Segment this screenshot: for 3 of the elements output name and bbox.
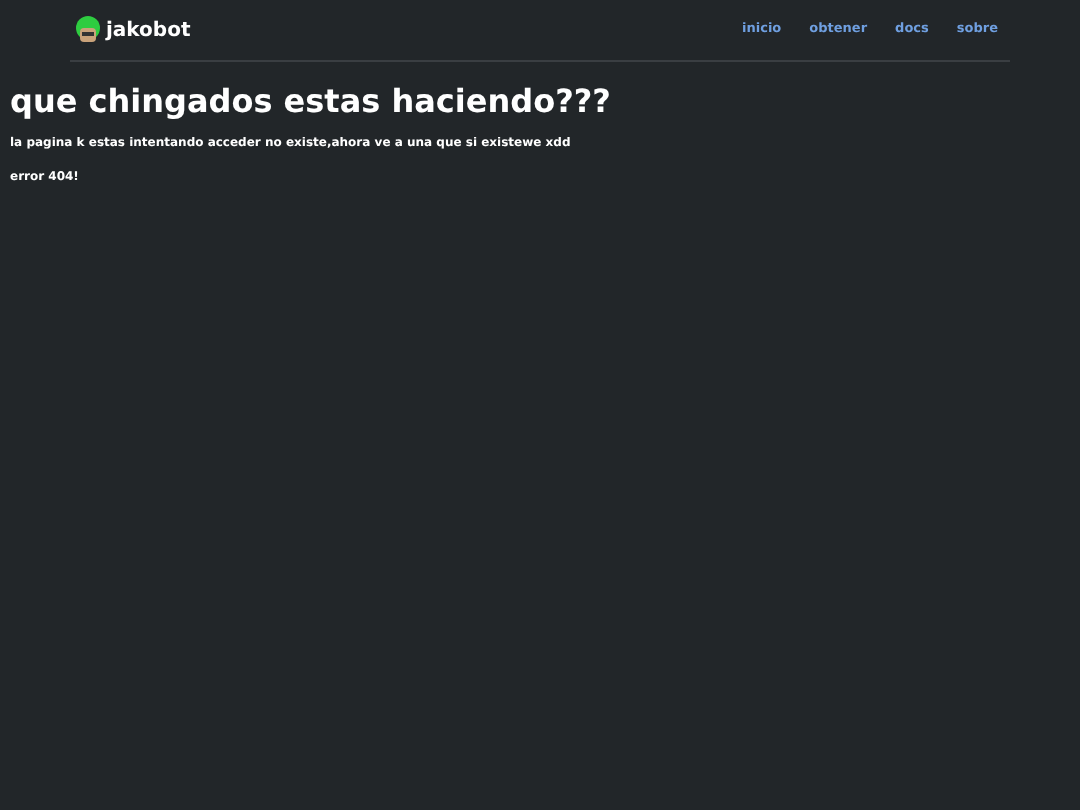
brand-link[interactable]: jakobot: [106, 15, 191, 45]
logo-icon[interactable]: [74, 16, 102, 44]
page-title: que chingados estas haciendo???: [10, 82, 613, 122]
